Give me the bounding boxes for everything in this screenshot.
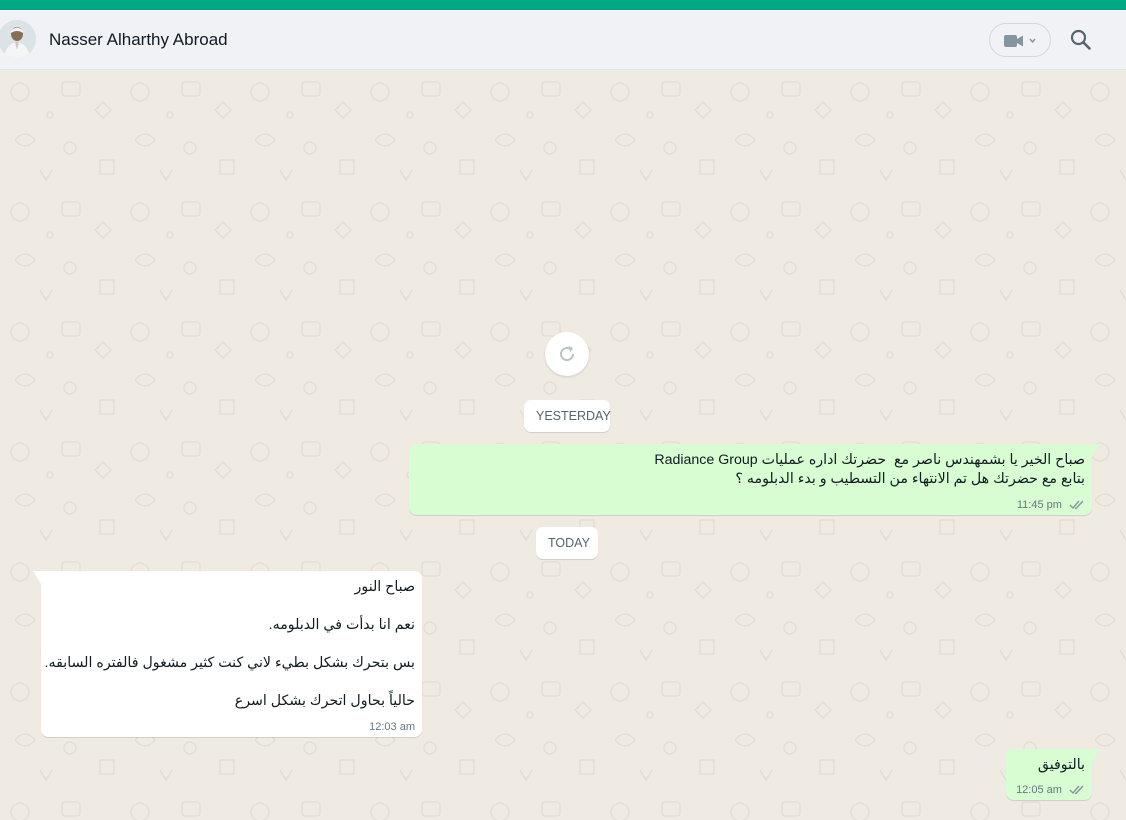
message-incoming[interactable]: صباح النور نعم انا بدأت في الدبلومه. بس …	[33, 571, 422, 737]
chat-panel[interactable]: YESTERDAY صباح الخير يا بشمهندس ناصر مع …	[0, 70, 1126, 820]
message-text: صباح الخير يا بشمهندس ناصر مع حضرتك ادار…	[654, 452, 1085, 487]
date-divider-yesterday: YESTERDAY	[524, 400, 611, 432]
bubble-tail	[1092, 444, 1100, 457]
bubble-tail	[1092, 749, 1100, 762]
video-camera-icon	[1004, 35, 1023, 47]
search-icon	[1070, 29, 1091, 50]
message-time: 12:03 am	[369, 721, 415, 733]
chat-header: Nasser Alharthy Abroad	[0, 10, 1126, 70]
search-button[interactable]	[1068, 27, 1094, 53]
avatar[interactable]	[0, 20, 36, 58]
message-meta: 12:03 am	[369, 721, 415, 733]
message-outgoing[interactable]: بالتوفيق 12:05 am	[1006, 749, 1100, 800]
load-more-button[interactable]	[545, 332, 589, 376]
contact-name[interactable]: Nasser Alharthy Abroad	[49, 30, 228, 50]
message-text: صباح النور نعم انا بدأت في الدبلومه. بس …	[44, 579, 415, 709]
date-divider-today: TODAY	[536, 527, 598, 559]
message-outgoing[interactable]: صباح الخير يا بشمهندس ناصر مع حضرتك ادار…	[409, 444, 1100, 515]
video-call-button[interactable]	[989, 23, 1051, 57]
bubble-tail	[33, 571, 41, 584]
double-check-icon	[1069, 785, 1084, 795]
message-time: 12:05 am	[1016, 784, 1062, 796]
message-text: بالتوفيق	[1037, 757, 1085, 773]
message-meta: 11:45 pm	[1017, 499, 1085, 511]
message-time: 11:45 pm	[1016, 499, 1062, 511]
chevron-down-icon	[1029, 38, 1036, 44]
double-check-icon	[1069, 500, 1084, 510]
message-meta: 12:05 am	[1016, 784, 1085, 796]
top-accent-bar	[0, 0, 1126, 10]
refresh-icon	[560, 346, 575, 362]
